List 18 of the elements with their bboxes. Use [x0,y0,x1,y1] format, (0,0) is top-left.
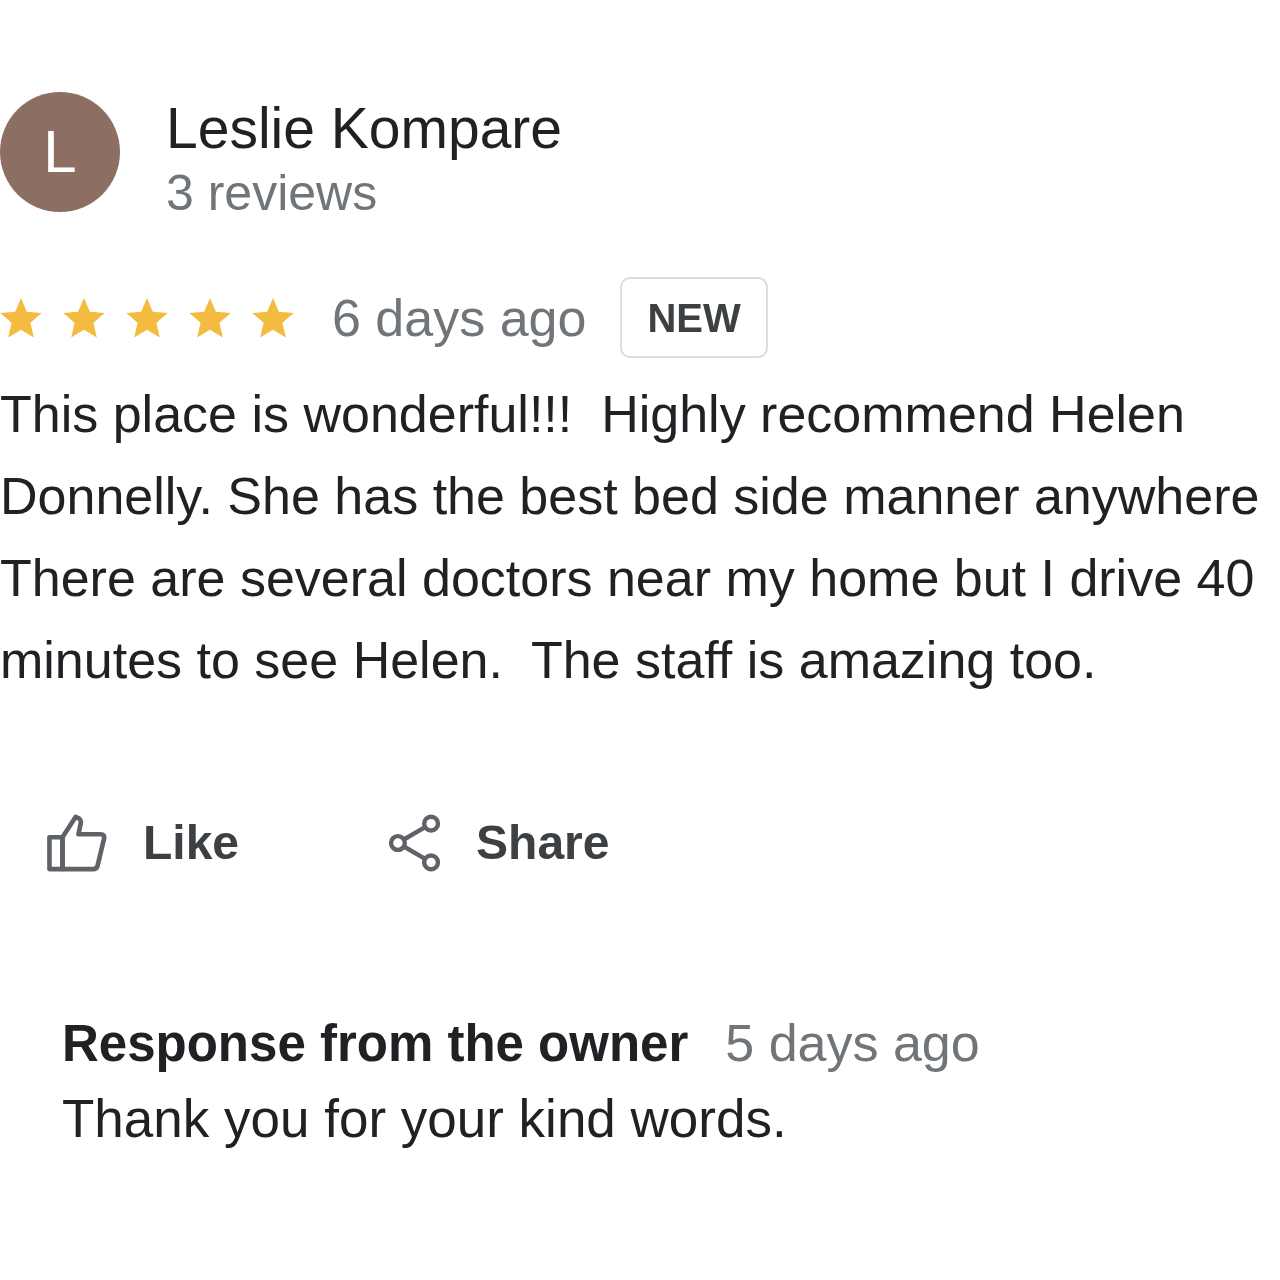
star-icon [126,297,168,338]
star-icon [189,297,231,338]
like-button[interactable]: Like [46,814,240,872]
review-text: This place is wonderful!!! Highly recommend Helen Donnelly. She has the best bed side manner anywhere There are several doctors near my home but I drive 40 minutes to see Helen. The staff is amazing too. [0,384,1260,691]
review-time: 6 days ago [332,287,587,348]
thumbs-up-icon [46,814,108,872]
star-icon [63,297,105,338]
star-icon [252,297,294,338]
new-badge: NEW [620,277,768,358]
response-text: Thank you for your kind words. [62,1088,787,1150]
star-icon [0,297,42,338]
share-button[interactable]: Share [388,814,610,872]
share-icon [388,814,442,872]
review-count: 3 reviews [166,164,378,223]
response-heading: Response from the owner [62,1014,689,1074]
response-time: 5 days ago [725,1013,980,1073]
reviewer-name[interactable]: Leslie Kompare [166,95,563,161]
avatar[interactable]: L [0,92,120,212]
